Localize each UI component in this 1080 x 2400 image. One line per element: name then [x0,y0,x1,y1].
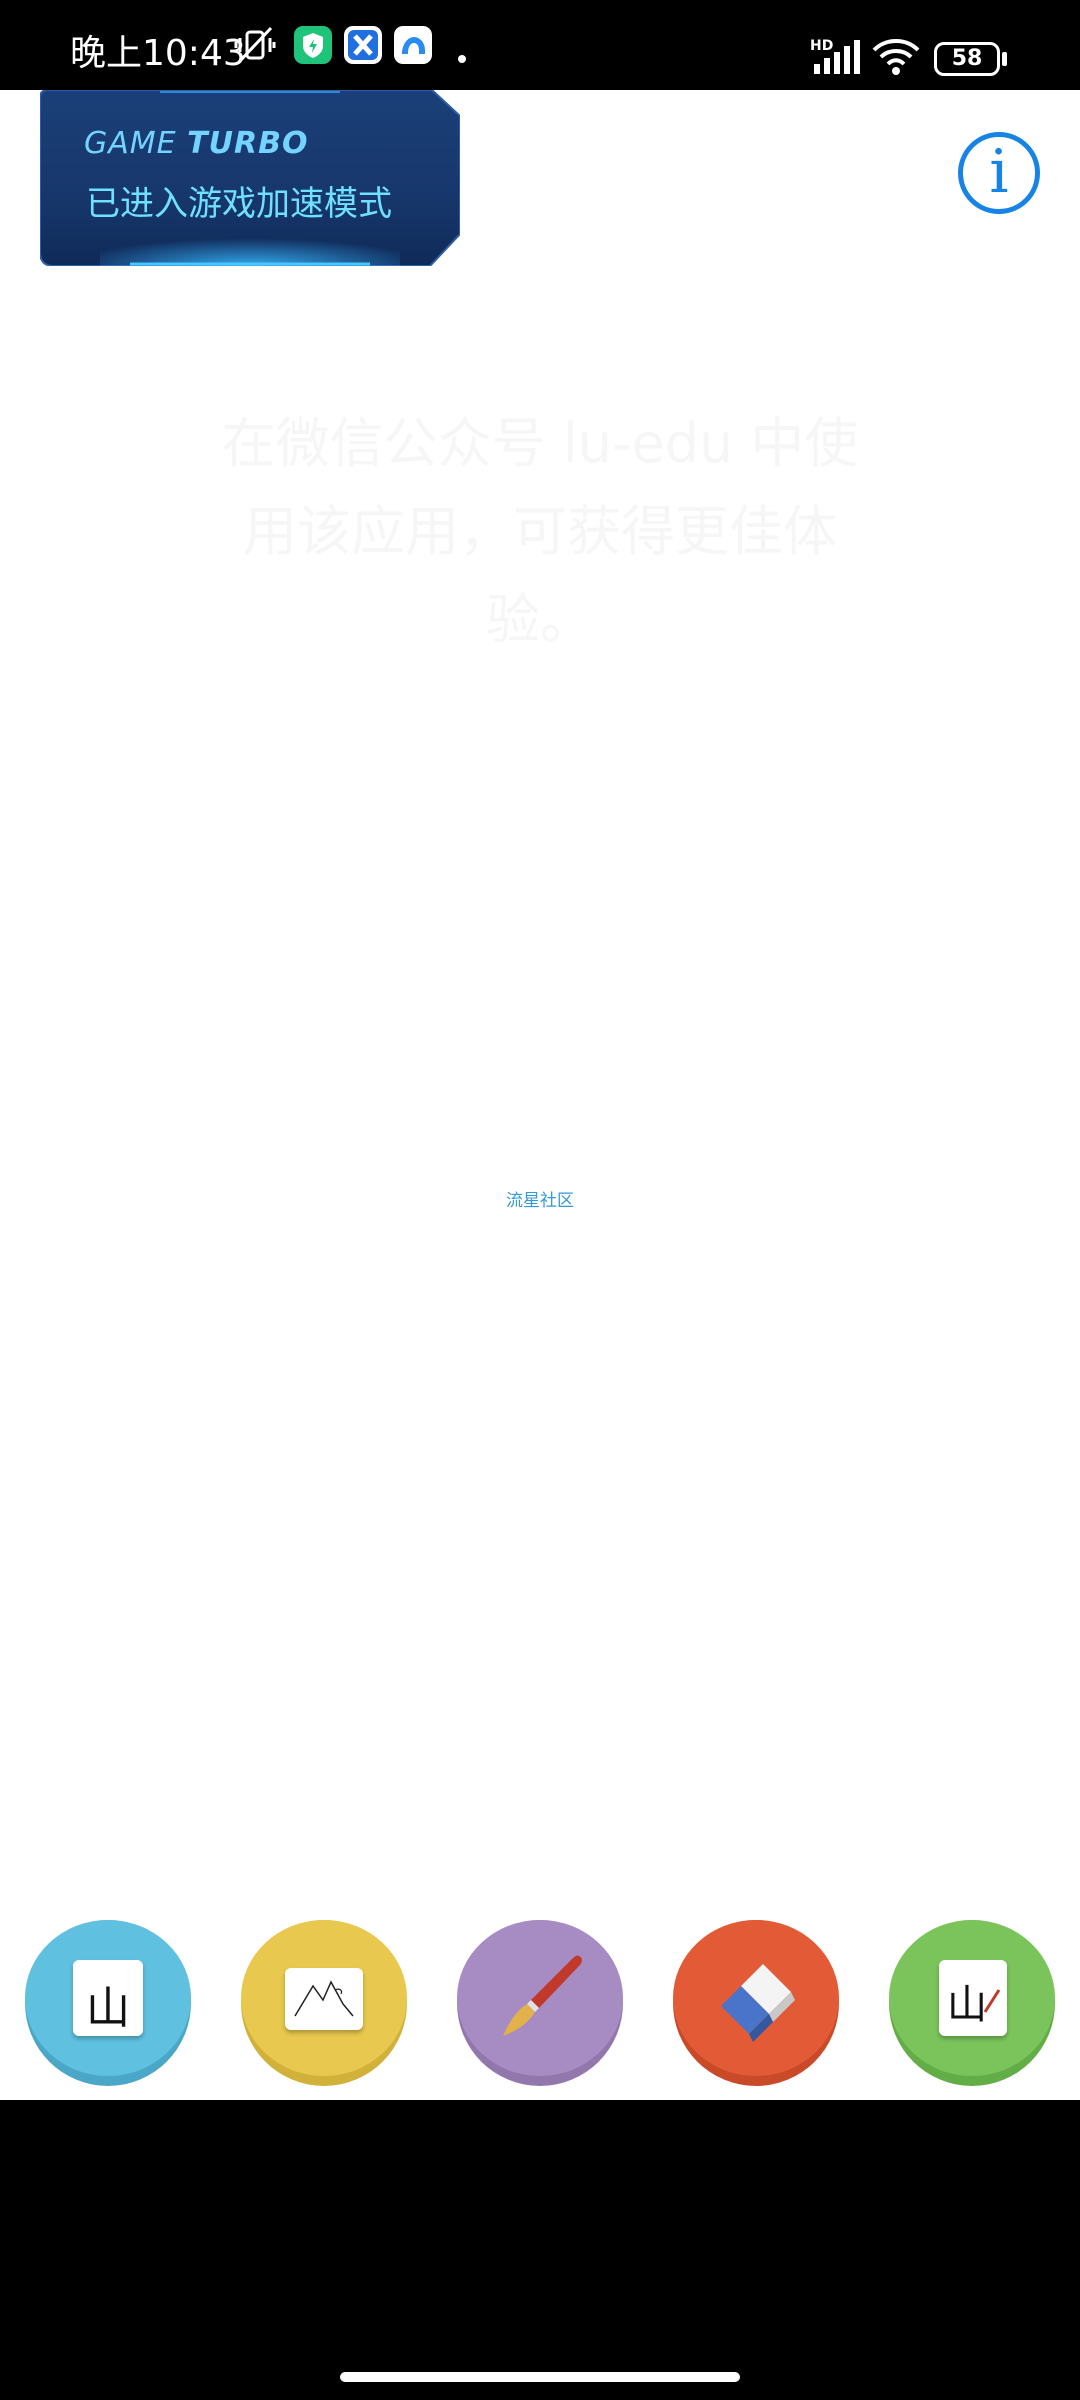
wifi-icon [872,39,920,75]
picture-mode-button[interactable] [241,1920,407,2086]
game-turbo-message: 已进入游戏加速模式 [86,184,392,224]
game-turbo-brand-light: GAME [84,126,177,161]
game-turbo-toast: GAME TURBO 已进入游戏加速模式 [40,90,460,266]
game-turbo-brand: GAME TURBO [84,126,308,161]
pen-stroke-icon [983,1989,1001,2013]
community-link[interactable]: 流星社区 [490,1186,590,1211]
cloud-app-icon [394,26,432,64]
wechat-hint-text: 在微信公众号 lu-edu 中使用该应用，可获得更佳体验。 [221,412,859,651]
mountain-sketch-icon [294,1980,354,2017]
signal-icon [814,40,860,74]
write-mode-button[interactable]: 山 [889,1920,1055,2086]
x-app-icon [344,26,382,64]
brush-button[interactable] [457,1920,623,2086]
eraser-button[interactable] [673,1920,839,2086]
home-indicator[interactable] [340,2372,740,2382]
character-card: 山 [73,1960,143,2036]
battery-nub [1002,52,1007,66]
eraser-icon [721,1964,795,2042]
info-icon: i [989,137,1009,207]
picture-card [285,1968,363,2030]
write-card: 山 [939,1960,1007,2036]
navigation-bar [0,2100,1080,2400]
status-bar: 晚上10:43 HD 58 [0,0,1080,90]
info-button[interactable]: i [958,132,1040,214]
brush-icon [503,1955,582,2036]
game-turbo-brand-bold: TURBO [187,126,309,161]
notification-dot [458,55,466,63]
battery-indicator: 58 [934,42,1000,76]
security-app-icon [294,26,332,64]
character-mode-button[interactable]: 山 [25,1920,191,2086]
vibrate-off-icon [234,26,276,64]
status-time: 晚上10:43 [70,33,246,74]
battery-level: 58 [951,46,983,71]
character-glyph: 山 [86,1983,130,2034]
